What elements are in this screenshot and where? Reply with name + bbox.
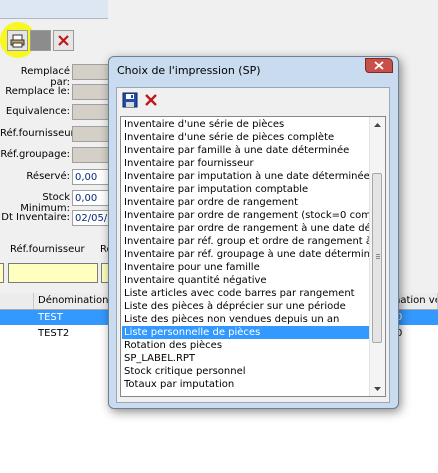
print-choice-dialog: Choix de l'impression (SP) Totaux par im… [108,56,399,409]
list-item[interactable]: Inventaire par réf. groupage à une date … [122,248,370,261]
scroll-down-button[interactable] [370,381,385,396]
list-item[interactable]: Inventaire par imputation comptable [122,183,370,196]
form-label: Stock Minimum: [20,192,70,214]
form-label: Remplace le: [5,86,70,97]
list-item[interactable]: Inventaire d'une série de pièces [122,118,370,131]
form-label: Equivalence: [5,106,70,117]
form-label: Réf.fournisseur: [0,128,78,139]
list-item[interactable]: Liste articles avec code barres par rang… [122,287,370,300]
top-strip [0,0,438,22]
cancel-button[interactable] [142,91,160,109]
list-item[interactable]: Inventaire par ordre de rangement à une … [122,222,370,235]
grid-header-denomination[interactable]: Dénomination F [34,293,114,309]
disabled-button[interactable] [30,30,51,51]
form-field[interactable] [72,147,112,163]
form-label: Dt Inventaire: [1,212,70,223]
list-item[interactable]: SP_LABEL.RPT [122,352,370,365]
list-item[interactable]: Inventaire par ordre de rangement (stock… [122,209,370,222]
list-item[interactable]: Inventaire d'une série de pièces complèt… [122,131,370,144]
grid-cell-name: TEST [38,312,63,323]
list-item[interactable]: Liste personnelle de pièces [122,326,370,339]
form-label: Réf.groupage: [0,149,70,160]
print-button[interactable] [7,30,28,51]
chevron-up-icon [374,122,381,127]
dialog-close-button[interactable] [365,58,393,73]
dialog-title: Choix de l'impression (SP) [117,64,261,77]
form-field[interactable] [72,64,112,80]
list-item[interactable]: Inventaire par imputation à une date dét… [122,170,370,183]
printer-icon [10,34,25,47]
scroll-up-button[interactable] [370,117,385,132]
yellow-field-left[interactable] [0,263,4,283]
title-strip [0,0,108,19]
cancel-button[interactable] [53,30,74,51]
list-item[interactable]: Inventaire par ordre de rangement [122,196,370,209]
list-item[interactable]: Inventaire pour une famille [122,261,370,274]
form-field[interactable] [72,126,112,142]
grid-header-blank [0,293,34,309]
list-item[interactable]: Inventaire par famille à une date déterm… [122,144,370,157]
close-icon [145,94,157,106]
grid-cell-name: TEST2 [38,328,70,339]
list-item[interactable]: Stock critique personnel [122,365,370,378]
list-item[interactable]: Rotation des pièces [122,339,370,352]
form-field[interactable] [72,84,112,100]
header-label-ref-fournisseur: Réf.fournisseur [10,244,85,255]
list-item[interactable]: Liste des pièces non vendues depuis un a… [122,313,370,326]
save-button[interactable] [121,91,139,109]
scroll-thumb[interactable] [372,173,382,343]
list-item[interactable]: Inventaire par fournisseur [122,157,370,170]
close-icon [58,35,69,46]
form-field[interactable]: 0,00 [72,190,112,206]
list-item[interactable]: Inventaire quantité négative [122,274,370,287]
list-item[interactable]: Totaux par imputation [122,378,370,391]
form-field[interactable]: 0,00 [72,169,112,185]
vertical-scrollbar[interactable] [369,117,385,396]
chevron-down-icon [374,386,381,391]
form-label: Réservé: [26,171,70,182]
form-field[interactable]: 02/05/2 [72,210,114,226]
report-list[interactable]: Totaux par imputation Stock critique pers… [120,116,386,397]
form-label: Remplacé par: [20,66,70,88]
list-item[interactable]: Liste des pièces à déprécier sur une pér… [122,300,370,313]
list-item[interactable]: Inventaire par réf. group et ordre de ra… [122,235,370,248]
form-field[interactable] [72,104,112,120]
close-icon [374,61,384,70]
floppy-disk-icon [122,92,138,108]
dialog-body: Totaux par imputation Stock critique pers… [116,87,390,403]
ref-fournisseur-input[interactable] [8,263,98,283]
